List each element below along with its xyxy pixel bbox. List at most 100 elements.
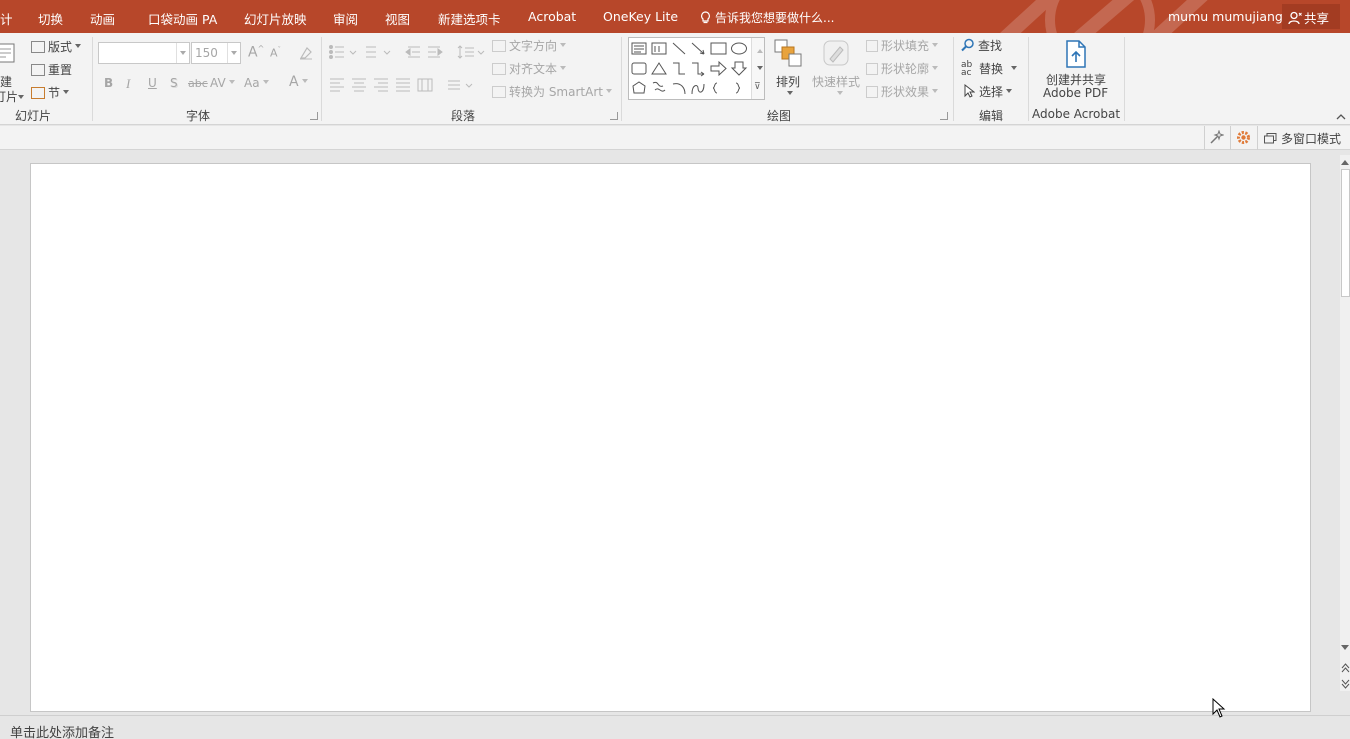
tab-acrobat[interactable]: Acrobat (528, 9, 576, 24)
notes-pane[interactable]: 单击此处添加备注 (0, 715, 1350, 739)
shrink-font-button[interactable]: Aˇ (270, 46, 281, 60)
shape-outline-button[interactable]: 形状轮廓 (866, 60, 939, 77)
tab-onekey-lite[interactable]: OneKey Lite (603, 9, 678, 24)
gallery-scrollbar[interactable]: ⊽ (751, 38, 764, 99)
change-case-button[interactable]: Aa (244, 76, 269, 90)
list-controls[interactable] (328, 43, 488, 61)
quick-styles-label: 快速样式 (812, 75, 861, 89)
group-divider (1124, 37, 1125, 121)
chevron-down-icon (18, 95, 24, 102)
person-icon (1288, 11, 1302, 25)
shape-gallery[interactable]: ⊽ (628, 37, 765, 100)
underline-button[interactable]: U (148, 76, 157, 90)
tab-design[interactable]: 计 (0, 9, 13, 28)
font-color-button[interactable]: A (289, 74, 308, 90)
alignment-controls[interactable] (328, 77, 478, 93)
font-dialog-launcher-icon[interactable] (310, 112, 318, 120)
group-divider (92, 37, 93, 121)
font-group-label: 字体 (186, 109, 211, 123)
magic-tool-icon[interactable] (1209, 130, 1224, 145)
new-slide-icon (0, 43, 15, 63)
find-label: 查找 (978, 39, 1003, 53)
quick-styles-icon (823, 40, 849, 66)
section-button[interactable]: 节 (31, 84, 70, 101)
find-button[interactable]: 查找 (961, 37, 1002, 54)
clear-formatting-icon[interactable] (298, 45, 314, 61)
paragraph-dialog-launcher-icon[interactable] (610, 112, 618, 120)
shadow-button[interactable]: S (170, 76, 178, 90)
align-text-button[interactable]: 对齐文本 (492, 60, 567, 77)
gallery-more-icon[interactable]: ⊽ (754, 82, 761, 92)
italic-button[interactable]: I (126, 76, 130, 92)
tab-review[interactable]: 审阅 (333, 9, 358, 28)
collapse-ribbon-icon[interactable] (1336, 113, 1346, 120)
cursor-arrow-icon (964, 83, 976, 98)
layout-icon (31, 41, 45, 53)
new-slide-label-bottom: 灯片 (0, 90, 19, 104)
scroll-up-icon[interactable] (1341, 156, 1349, 165)
gear-icon[interactable] (1236, 130, 1251, 145)
grow-font-button[interactable]: A^ (248, 44, 264, 61)
chevron-down-icon (605, 89, 612, 96)
new-slide-button[interactable]: 建 灯片 (0, 37, 24, 104)
tab-animations[interactable]: 动画 (90, 9, 115, 28)
select-label: 选择 (979, 85, 1004, 99)
acrobat-group-label: Adobe Acrobat (1032, 107, 1121, 121)
user-name[interactable]: mumu mumujiang (1168, 9, 1283, 24)
replace-icon: ab ac (961, 60, 973, 78)
shapes-icon (631, 42, 748, 95)
multi-window-button[interactable]: 多窗口模式 (1264, 130, 1341, 147)
quick-styles-button[interactable]: 快速样式 (812, 37, 860, 101)
font-color-label: A (289, 74, 299, 90)
tab-transitions[interactable]: 切换 (38, 9, 63, 28)
create-share-pdf-button[interactable]: 创建并共享 Adobe PDF (1040, 37, 1114, 103)
replace-button[interactable]: ab ac 替换 (961, 60, 1018, 78)
smartart-icon (492, 86, 506, 98)
character-spacing-button[interactable]: AV (210, 76, 235, 90)
chevron-down-icon (262, 80, 269, 87)
text-direction-button[interactable]: 文字方向 (492, 37, 567, 54)
select-button[interactable]: 选择 (963, 83, 1013, 100)
arrange-button[interactable]: 排列 (774, 37, 806, 101)
tab-view[interactable]: 视图 (385, 9, 410, 28)
align-text-icon (492, 63, 506, 75)
tab-pocket-animation[interactable]: 口袋动画 PA (148, 9, 217, 28)
convert-smartart-button[interactable]: 转换为 SmartArt (492, 83, 612, 100)
font-size-combo[interactable]: 150 (191, 42, 241, 64)
chevron-down-icon[interactable] (757, 66, 763, 73)
font-size-dropdown-icon[interactable] (227, 43, 240, 63)
chevron-down-icon (560, 66, 567, 73)
shape-fill-button[interactable]: 形状填充 (866, 37, 939, 54)
font-name-dropdown-icon[interactable] (176, 43, 189, 63)
chevron-down-icon (932, 89, 939, 96)
lightbulb-icon (701, 11, 710, 24)
prev-next-slide-icon[interactable] (1341, 660, 1350, 690)
bold-button[interactable]: B (104, 76, 113, 90)
reset-button[interactable]: 重置 (31, 61, 72, 78)
vertical-scrollbar[interactable] (1340, 155, 1350, 691)
share-button[interactable]: 共享 (1282, 4, 1340, 29)
change-case-label: Aa (244, 76, 260, 90)
shape-effects-button[interactable]: 形状效果 (866, 83, 939, 100)
group-divider (621, 37, 622, 121)
font-name-combo[interactable] (98, 42, 190, 64)
section-icon (31, 87, 45, 99)
tell-me-box[interactable]: 告诉我您想要做什么... (700, 9, 834, 26)
strikethrough-button[interactable]: abc (188, 77, 208, 90)
pdf-share-icon (1066, 40, 1086, 68)
tab-new-tab[interactable]: 新建选项卡 (438, 9, 501, 28)
layout-button[interactable]: 版式 (31, 38, 82, 55)
tab-slideshow[interactable]: 幻灯片放映 (244, 9, 307, 28)
layout-label: 版式 (48, 40, 73, 54)
arrange-label: 排列 (776, 75, 801, 89)
notes-placeholder: 单击此处添加备注 (10, 726, 115, 739)
scroll-down-icon[interactable] (1341, 645, 1349, 654)
tell-me-text: 告诉我您想要做什么... (715, 11, 835, 25)
multi-window-label: 多窗口模式 (1281, 132, 1342, 146)
drawing-dialog-launcher-icon[interactable] (940, 112, 948, 120)
ribbon-tab-bar: 计 切换 动画 口袋动画 PA 幻灯片放映 审阅 视图 新建选项卡 Acroba… (0, 0, 1350, 33)
chevron-up-icon[interactable] (757, 46, 763, 53)
section-label: 节 (48, 86, 61, 100)
scroll-thumb[interactable] (1341, 169, 1350, 297)
slide-canvas[interactable] (30, 163, 1311, 712)
